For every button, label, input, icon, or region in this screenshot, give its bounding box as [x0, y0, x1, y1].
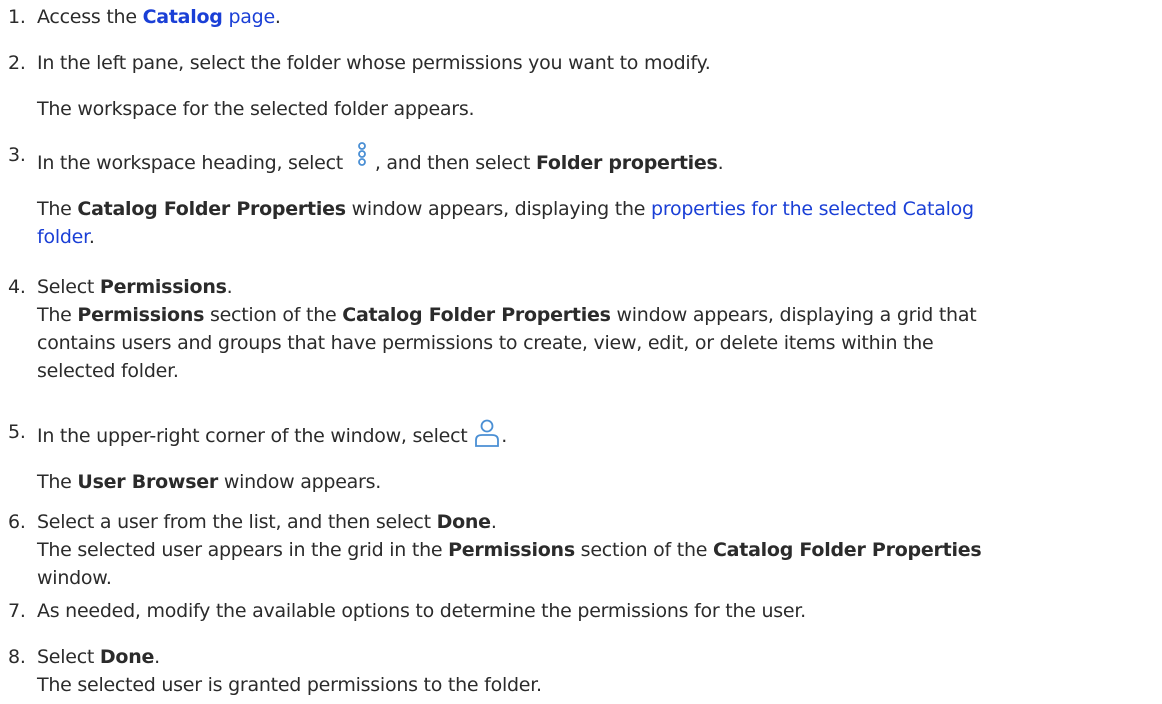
- step-instruction: As needed, modify the available options …: [37, 600, 806, 622]
- more-options-icon: [349, 141, 375, 171]
- step-text: .: [501, 425, 508, 447]
- done-label: Done: [436, 511, 492, 533]
- step-text: The: [37, 304, 78, 326]
- step-number: 3.: [8, 144, 26, 166]
- permissions-label: Permissions: [99, 276, 227, 298]
- step-text: Select: [37, 646, 100, 668]
- step-body: Select a user from the list, and then se…: [37, 508, 1157, 592]
- step-body: In the upper-right corner of the window,…: [37, 418, 1157, 496]
- step-text: The selected user appears in the grid in…: [37, 539, 449, 561]
- step-text: .: [154, 646, 160, 668]
- done-label: Done: [99, 646, 155, 668]
- step-result: The Permissions section of the Catalog F…: [37, 301, 1157, 385]
- step-result: The workspace for the selected folder ap…: [37, 98, 475, 120]
- step-text: Access the: [37, 6, 143, 28]
- step-body: Select Done. The selected user is grante…: [37, 643, 1157, 699]
- step-number: 1.: [8, 6, 26, 28]
- step-text: .: [88, 226, 95, 248]
- step-instruction: Select Permissions.: [37, 273, 1157, 301]
- catalog-folder-properties-label: Catalog Folder Properties: [342, 304, 611, 326]
- permissions-label: Permissions: [77, 304, 205, 326]
- step-number: 5.: [8, 421, 26, 443]
- folder-properties-label: Folder properties: [535, 152, 718, 174]
- step-text: In the workspace heading, select: [37, 152, 349, 174]
- step-number: 4.: [8, 276, 26, 298]
- step-number: 2.: [8, 52, 26, 74]
- folder-properties-link-cont[interactable]: folder: [37, 226, 89, 248]
- step-text: In the upper-right corner of the window,…: [37, 425, 474, 447]
- step-instruction: Select a user from the list, and then se…: [37, 508, 1157, 536]
- step-result: The User Browser window appears.: [37, 468, 1157, 496]
- step-text: The: [37, 198, 78, 220]
- step-text: selected folder.: [37, 360, 179, 382]
- step-text: .: [490, 511, 497, 533]
- procedure-document: 1. Access the Catalog page. 2. In the le…: [0, 0, 1162, 704]
- step-instruction: In the workspace heading, select , and t…: [37, 141, 1157, 177]
- step-text: window.: [37, 567, 112, 589]
- step-result: The Catalog Folder Properties window app…: [37, 195, 1157, 251]
- step-text: , and then select: [374, 152, 536, 174]
- catalog-folder-properties-label: Catalog Folder Properties: [712, 539, 982, 561]
- step-body: Select Permissions. The Permissions sect…: [37, 273, 1157, 385]
- add-user-icon: [473, 418, 501, 448]
- step-body: Access the Catalog page.: [37, 3, 1157, 31]
- step-text: contains users and groups that have perm…: [37, 332, 934, 354]
- user-browser-label: User Browser: [77, 471, 219, 493]
- step-text: .: [717, 152, 724, 174]
- step-text: .: [226, 276, 233, 298]
- step-body: In the workspace heading, select , and t…: [37, 141, 1157, 251]
- step-instruction: Select Done.: [37, 643, 1157, 671]
- step-text: window appears, displaying a grid that: [610, 304, 977, 326]
- step-number: 7.: [8, 600, 26, 622]
- step-number: 8.: [8, 646, 26, 668]
- catalog-page-link[interactable]: Catalog page: [143, 6, 276, 28]
- step-text: The: [37, 471, 78, 493]
- step-text: Select a user from the list, and then se…: [37, 511, 437, 533]
- step-instruction: In the upper-right corner of the window,…: [37, 418, 1157, 450]
- step-body: As needed, modify the available options …: [37, 597, 1157, 625]
- step-result: The selected user appears in the grid in…: [37, 536, 1157, 592]
- step-text: section of the: [574, 539, 713, 561]
- permissions-label: Permissions: [448, 539, 575, 561]
- catalog-link-text[interactable]: page: [223, 6, 275, 28]
- step-text: window appears, displaying the: [345, 198, 652, 220]
- catalog-folder-properties-label: Catalog Folder Properties: [77, 198, 346, 220]
- step-text: .: [274, 6, 281, 28]
- step-text: section of the: [204, 304, 343, 326]
- step-result: The selected user is granted permissions…: [37, 674, 542, 696]
- step-text: Select: [37, 276, 100, 298]
- folder-properties-link[interactable]: properties for the selected Catalog: [651, 198, 974, 220]
- step-text: window appears.: [218, 471, 382, 493]
- step-instruction: In the left pane, select the folder whos…: [37, 52, 711, 74]
- step-body: In the left pane, select the folder whos…: [37, 49, 1157, 123]
- step-number: 6.: [8, 511, 26, 533]
- catalog-link-bold[interactable]: Catalog: [143, 6, 223, 28]
